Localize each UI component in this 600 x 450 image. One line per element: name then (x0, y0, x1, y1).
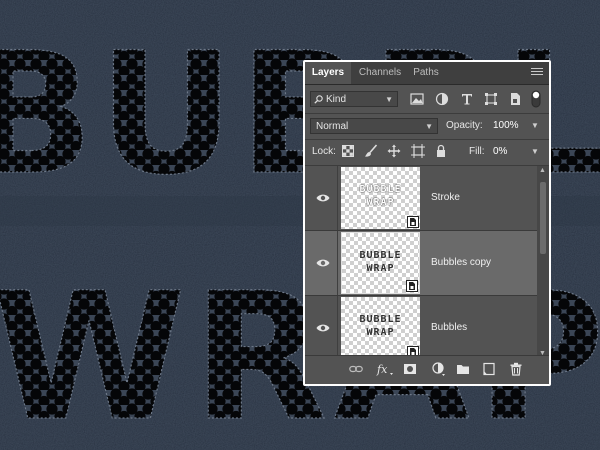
smart-object-filter-icon[interactable] (508, 92, 522, 106)
fill-chevron-icon[interactable]: ▼ (531, 144, 539, 160)
blend-mode-dropdown[interactable]: Normal ▼ (310, 118, 438, 134)
scrollbar-thumb[interactable] (540, 182, 546, 254)
filter-kind-dropdown[interactable]: Kind ▼ (310, 91, 398, 107)
thumb-text-line: WRAP (366, 327, 395, 338)
opacity-label: Opacity: (446, 120, 483, 131)
lock-artboard-icon[interactable] (411, 144, 425, 158)
filter-toggle-icon[interactable] (531, 90, 541, 108)
thumb-text-line: WRAP (366, 263, 395, 274)
lock-transparent-icon[interactable] (342, 145, 354, 157)
fill-field[interactable]: 0% (493, 144, 507, 160)
tab-channels[interactable]: Channels (351, 62, 409, 84)
opacity-field[interactable]: 100% (493, 118, 519, 134)
eye-icon[interactable] (316, 323, 330, 333)
layer-name: Bubbles (431, 322, 468, 333)
tab-layers[interactable]: Layers (305, 62, 351, 84)
thumb-text-line: BUBBLE (359, 314, 402, 325)
layer-thumbnail: BUBBLE WRAP (341, 297, 420, 359)
eye-icon[interactable] (316, 258, 330, 268)
layers-list: BUBBLE WRAP Stroke BUBBLE WRAP Bubbles c… (305, 166, 537, 359)
search-icon (314, 95, 323, 104)
thumb-text-line: BUBBLE (359, 250, 402, 261)
panel-menu-icon[interactable] (531, 68, 543, 78)
layers-footer: fx (305, 355, 549, 384)
layer-thumbnail: BUBBLE WRAP (341, 232, 420, 294)
layer-name: Stroke (431, 192, 460, 203)
shape-filter-icon[interactable] (484, 92, 498, 106)
new-group-icon[interactable] (456, 362, 470, 376)
svg-text:fx: fx (376, 363, 388, 376)
adjustment-layer-icon[interactable] (431, 362, 445, 376)
thumb-text-line: WRAP (366, 197, 395, 208)
smart-object-badge-icon (406, 280, 418, 292)
layer-row-bubbles[interactable]: BUBBLE WRAP Bubbles (305, 296, 537, 359)
fx-icon[interactable]: fx (376, 362, 394, 376)
layer-name: Bubbles copy (431, 257, 492, 268)
trash-icon[interactable] (509, 362, 523, 376)
new-layer-icon[interactable] (482, 362, 496, 376)
type-filter-icon[interactable] (460, 92, 474, 106)
lock-label: Lock: (312, 146, 336, 157)
link-layers-icon[interactable] (349, 362, 363, 376)
lock-image-icon[interactable] (364, 144, 378, 158)
thumb-text-line: BUBBLE (359, 184, 402, 195)
chevron-down-icon: ▼ (425, 122, 433, 131)
layer-row-bubbles-copy[interactable]: BUBBLE WRAP Bubbles copy (305, 231, 537, 296)
tab-paths[interactable]: Paths (409, 62, 443, 84)
eye-icon[interactable] (316, 193, 330, 203)
adjustment-filter-icon[interactable] (435, 92, 449, 106)
image-filter-icon[interactable] (410, 92, 424, 106)
layer-row-stroke[interactable]: BUBBLE WRAP Stroke (305, 166, 537, 231)
blend-mode-value: Normal (316, 121, 349, 132)
layers-scrollbar[interactable]: ▲ ▼ (537, 166, 549, 359)
layer-thumbnail: BUBBLE WRAP (341, 167, 420, 229)
chevron-down-icon: ▼ (385, 95, 393, 104)
layers-panel: Layers Channels Paths Kind ▼ Normal ▼ Op… (303, 60, 551, 386)
filter-kind-value: Kind (326, 94, 347, 105)
scroll-up-icon[interactable]: ▲ (539, 167, 546, 174)
lock-position-icon[interactable] (387, 144, 401, 158)
add-mask-icon[interactable] (403, 362, 417, 376)
smart-object-badge-icon (407, 216, 419, 228)
fill-label: Fill: (469, 146, 485, 157)
lock-all-icon[interactable] (434, 144, 448, 158)
panel-tab-bar: Layers Channels Paths (305, 62, 549, 85)
opacity-chevron-icon[interactable]: ▼ (531, 118, 539, 134)
